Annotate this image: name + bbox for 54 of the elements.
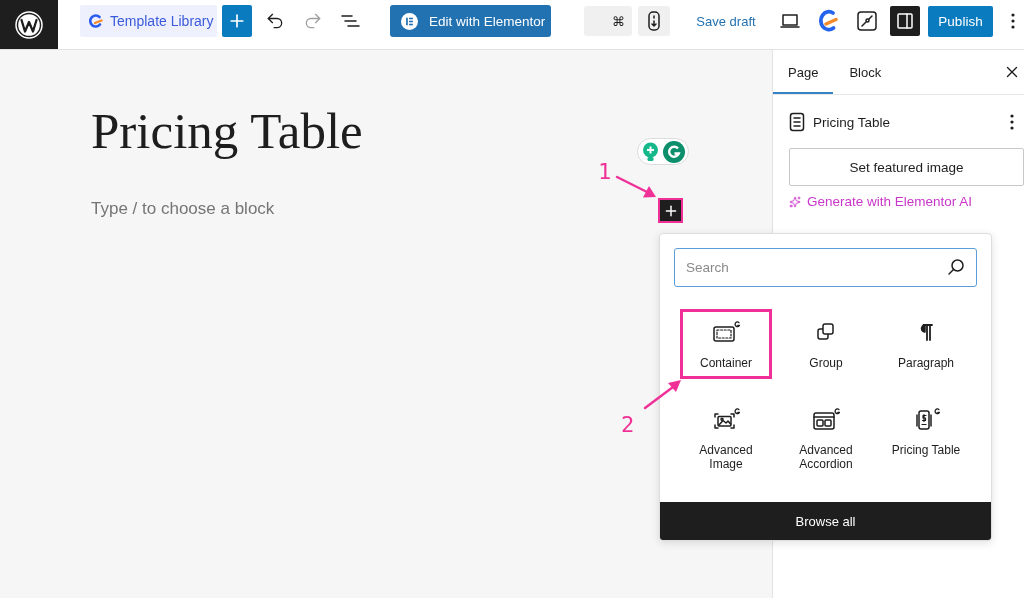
sidebar-toggle-button[interactable] [890,6,920,36]
site-logo-button[interactable] [0,0,58,49]
undo-icon [265,11,285,31]
sidebar-tab[interactable]: Page [773,50,834,94]
block-option[interactable]: Group [780,309,872,379]
shortcut-key[interactable]: ⌘ [584,6,632,36]
g-badge-icon [662,140,685,163]
annotation-arrow [615,175,656,198]
block-label: Advanced Image [698,443,754,471]
sparkle-icon [789,196,801,208]
edit-button[interactable]: Edit with Elementor [390,5,551,37]
save-draft-button[interactable]: Save draft [690,5,762,37]
block-option[interactable]: Pricing Table [880,396,972,480]
more-options-icon [1010,13,1015,29]
block-option[interactable]: Advanced Image [680,396,772,480]
brand-logo-icon [816,7,838,35]
featured-image-button[interactable]: Set featured image [789,148,1024,186]
block-option[interactable]: Container [680,309,772,379]
logo-icon [15,10,43,39]
more-options-icon [1010,114,1014,130]
pen-tool-icon [856,10,878,32]
search-icon [947,258,965,276]
block-label: Pricing Table [891,443,961,457]
block-label: Container [700,356,752,370]
publish-button[interactable]: Publish [928,6,993,37]
block-label: Paragraph [897,356,954,370]
block-option[interactable]: Advanced Accordion [780,396,872,480]
brand-logo-icon [88,13,103,29]
add-block-button[interactable] [658,198,683,223]
page-title[interactable]: Pricing Table [91,101,363,161]
sidebar-tab[interactable]: Block [833,50,898,94]
template-library-button[interactable]: Template Library [80,5,217,37]
block-placeholder[interactable]: Type / to choose a block [91,197,275,221]
mouse-icon [647,10,661,32]
ai-generate-link[interactable]: Generate with Elementor AI [789,194,973,210]
scroll-button[interactable] [638,6,670,36]
block-label: Group [809,356,843,370]
annotation-number: 1 [598,160,612,184]
annotation-arrow [643,380,681,410]
redo-icon [303,11,323,31]
annotation-number: 2 [621,413,635,437]
block-label: Advanced Accordion [798,443,854,471]
accordion-icon [811,407,841,431]
block-option[interactable]: Paragraph [880,309,972,379]
document-icon [789,112,805,132]
logo-icon [401,12,418,30]
document-title: Pricing Table [813,114,891,130]
image-icon [711,407,741,431]
browse-all-button[interactable]: Browse all [660,502,991,540]
lightbulb-icon [641,141,659,162]
laptop-icon [779,13,801,29]
search-field[interactable]: Search [674,248,977,287]
sidebar-icon [896,12,914,30]
container-icon [711,320,741,344]
